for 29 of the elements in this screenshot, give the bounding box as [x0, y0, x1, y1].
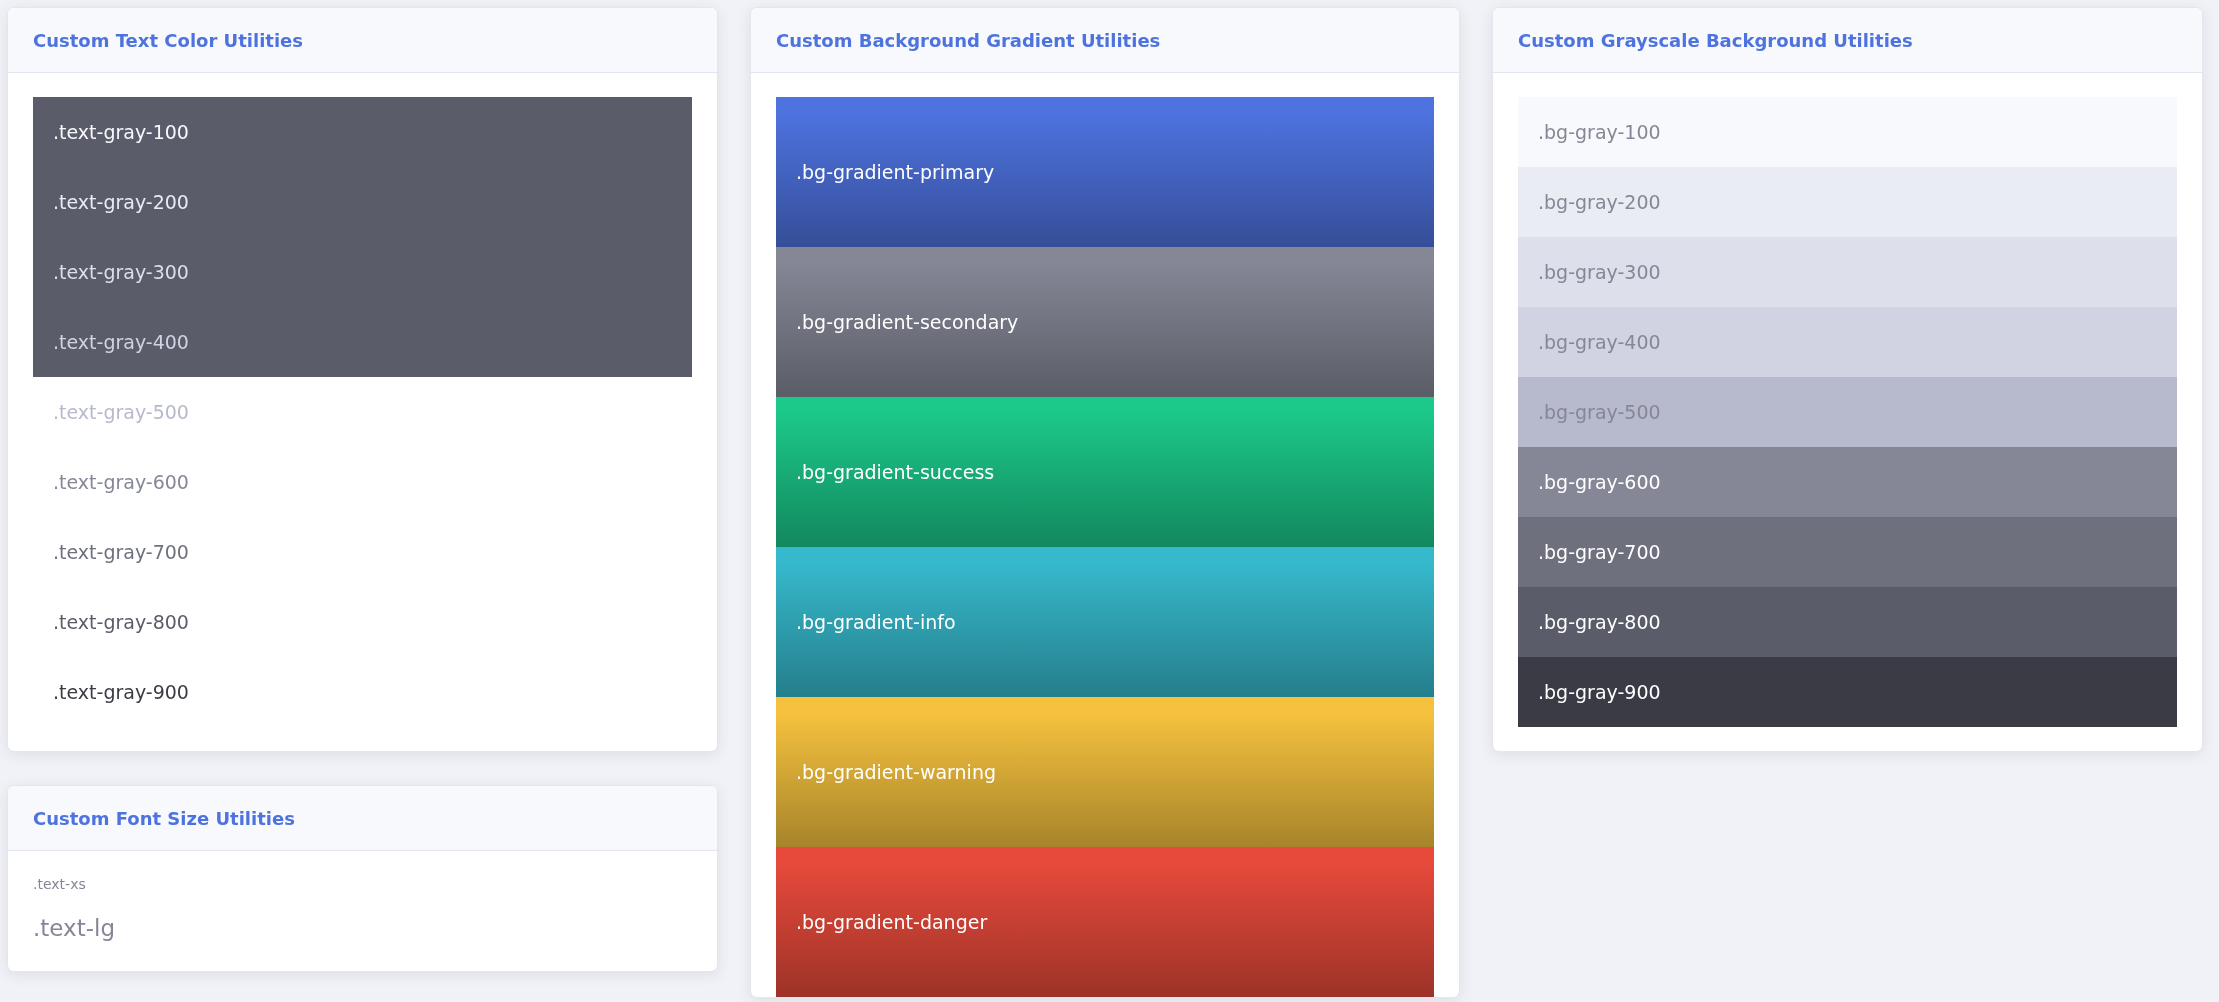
gradient-swatch: .bg-gradient-danger [776, 847, 1434, 997]
color-sample-text: .text-gray-800 [53, 611, 189, 633]
card-title: Custom Font Size Utilities [8, 786, 717, 851]
gradient-swatch: .bg-gradient-success [776, 397, 1434, 547]
gradient-swatch: .bg-gradient-secondary [776, 247, 1434, 397]
shade-swatch: .bg-gray-300 [1518, 237, 2177, 307]
shade-swatch: .bg-gray-800 [1518, 587, 2177, 657]
card-title: Custom Grayscale Background Utilities [1493, 8, 2202, 73]
color-sample-text: .text-gray-400 [53, 331, 189, 353]
color-sample-text: .text-gray-900 [53, 681, 189, 703]
shade-swatch: .bg-gray-900 [1518, 657, 2177, 727]
shade-swatch: .bg-gray-400 [1518, 307, 2177, 377]
shade-swatch: .bg-gray-200 [1518, 167, 2177, 237]
card-title: Custom Text Color Utilities [8, 8, 717, 73]
color-sample-text: .text-gray-100 [53, 121, 189, 143]
color-sample-text: .text-gray-300 [53, 261, 189, 283]
color-sample-text: .text-gray-500 [53, 401, 189, 423]
font-size-sample: .text-xs [33, 875, 87, 894]
card-title: Custom Background Gradient Utilities [751, 8, 1459, 73]
shade-swatch: .bg-gray-600 [1518, 447, 2177, 517]
color-sample-text: .text-gray-700 [53, 541, 189, 563]
shade-swatch: .bg-gray-100 [1518, 97, 2177, 167]
color-sample-text: .text-gray-600 [53, 471, 189, 493]
color-sample-text: .text-gray-200 [53, 191, 189, 213]
gradient-swatch: .bg-gradient-warning [776, 697, 1434, 847]
gradient-swatch: .bg-gradient-primary [776, 97, 1434, 247]
font-size-sample: .text-lg [33, 914, 116, 943]
shade-swatch: .bg-gray-700 [1518, 517, 2177, 587]
gradient-swatch: .bg-gradient-info [776, 547, 1434, 697]
